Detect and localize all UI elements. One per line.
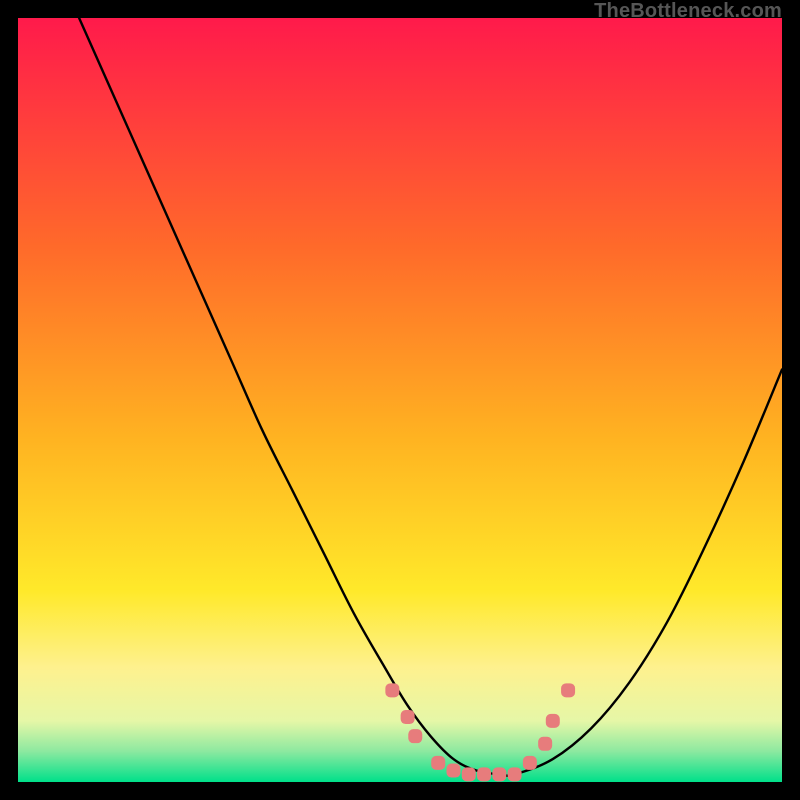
highlight-point bbox=[431, 756, 445, 770]
gradient-background bbox=[18, 18, 782, 782]
highlight-point bbox=[523, 756, 537, 770]
highlight-point bbox=[477, 767, 491, 781]
highlight-point bbox=[538, 737, 552, 751]
highlight-point bbox=[408, 729, 422, 743]
highlight-point bbox=[546, 714, 560, 728]
bottleneck-chart bbox=[18, 18, 782, 782]
highlight-point bbox=[561, 683, 575, 697]
watermark: TheBottleneck.com bbox=[594, 0, 782, 23]
highlight-point bbox=[401, 710, 415, 724]
highlight-point bbox=[508, 767, 522, 781]
highlight-point bbox=[385, 683, 399, 697]
highlight-point bbox=[462, 767, 476, 781]
highlight-point bbox=[492, 767, 506, 781]
highlight-point bbox=[446, 764, 460, 778]
chart-frame bbox=[18, 18, 782, 782]
